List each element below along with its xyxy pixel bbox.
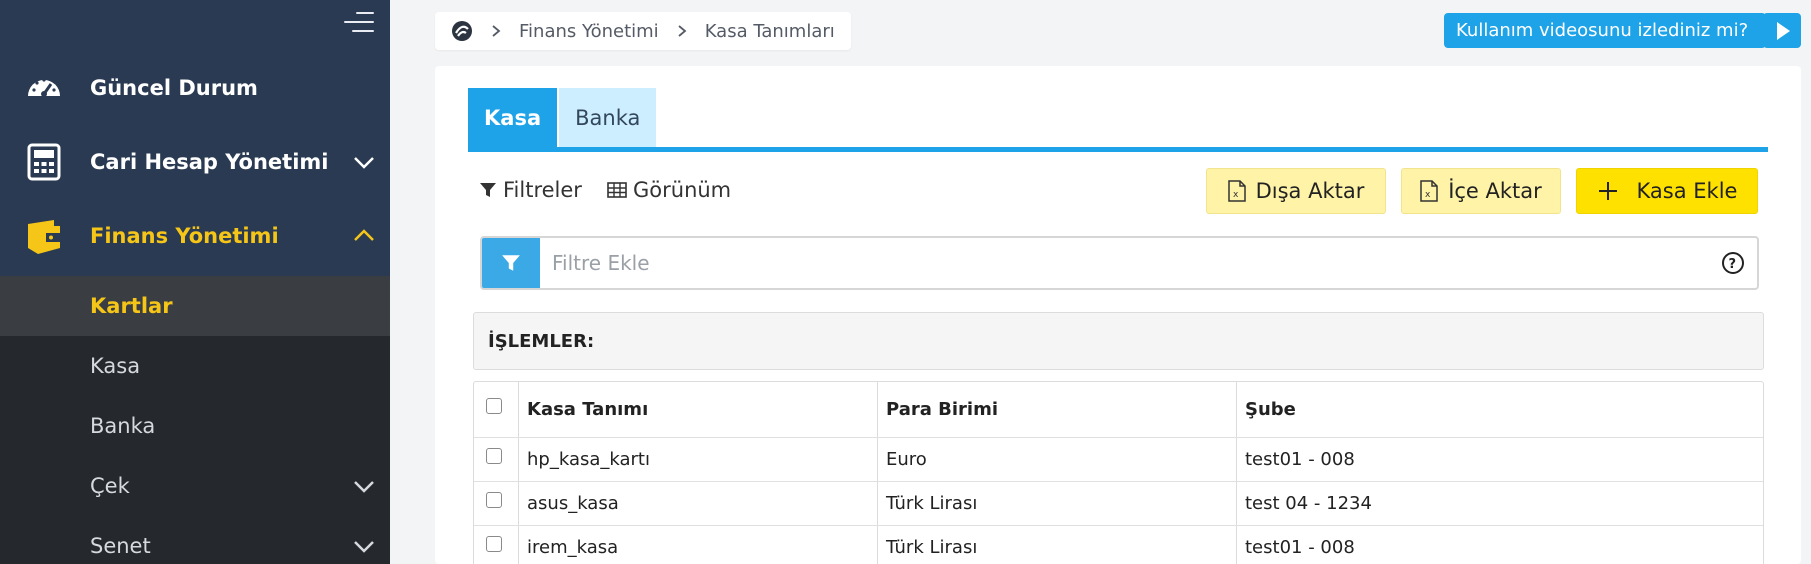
sidebar-item-cari-hesap-yonetimi[interactable]: Cari Hesap Yönetimi	[0, 126, 390, 198]
home-logo-icon[interactable]	[451, 20, 473, 42]
play-video-button[interactable]	[1763, 13, 1801, 48]
chevron-right-icon	[492, 25, 501, 37]
chevron-up-icon	[354, 229, 374, 241]
funnel-icon	[502, 255, 520, 271]
breadcrumb-item: Kasa Tanımları	[704, 20, 835, 42]
view-toggle[interactable]: Görünüm	[607, 178, 731, 202]
column-header[interactable]: Para Birimi	[877, 382, 1236, 437]
cell-sube: test01 - 008	[1236, 438, 1763, 481]
tab-underline	[468, 147, 1768, 152]
main-panel: Kasa Banka Filtreler Görünüm x Dışa Akta…	[435, 66, 1801, 564]
import-label: İçe Aktar	[1448, 179, 1542, 203]
excel-file-icon: x	[1420, 180, 1438, 202]
svg-text:x: x	[1425, 190, 1431, 200]
sidebar-subitem-label: Kasa	[90, 354, 141, 378]
column-header[interactable]: Kasa Tanımı	[518, 382, 877, 437]
chevron-down-icon	[354, 481, 374, 493]
sidebar-item-finans-yonetimi[interactable]: Finans Yönetimi	[0, 200, 390, 272]
breadcrumb: Finans Yönetimi Kasa Tanımları	[435, 12, 851, 50]
kasa-table: Kasa Tanımı Para Birimi Şube hp_kasa_kar…	[473, 381, 1764, 564]
cell-para-birimi: Türk Lirası	[877, 526, 1236, 564]
view-label: Görünüm	[633, 178, 732, 202]
table-grid-icon	[607, 182, 627, 198]
cell-sube: test 04 - 1234	[1236, 482, 1763, 525]
sidebar-item-label: Cari Hesap Yönetimi	[90, 150, 329, 174]
video-help-tooltip[interactable]: Kullanım videosunu izlediniz mi?	[1444, 13, 1775, 48]
funnel-icon	[480, 183, 496, 197]
filters-toggle[interactable]: Filtreler	[479, 178, 582, 202]
filter-bar: ?	[480, 236, 1759, 290]
sidebar-subitem-label: Banka	[90, 414, 156, 438]
cell-kasa-tanimi: asus_kasa	[518, 482, 877, 525]
plus-icon	[1598, 182, 1617, 200]
sidebar-submenu: Kartlar Kasa Banka Çek Senet	[0, 276, 390, 564]
row-checkbox[interactable]	[486, 447, 502, 464]
sidebar-item-guncel-durum[interactable]: Güncel Durum	[0, 52, 390, 124]
menu-toggle-icon[interactable]	[344, 12, 374, 38]
sidebar-subitem-label: Kartlar	[90, 294, 173, 318]
calculator-icon	[27, 143, 61, 181]
export-button[interactable]: x Dışa Aktar	[1206, 168, 1386, 214]
svg-text:?: ?	[1729, 257, 1737, 272]
help-circle-icon[interactable]: ?	[1721, 251, 1745, 275]
sidebar-subitem-label: Çek	[90, 474, 130, 498]
tab-kasa[interactable]: Kasa	[468, 88, 558, 148]
export-label: Dışa Aktar	[1255, 179, 1365, 203]
tab-bar: Kasa Banka	[468, 88, 658, 152]
column-header[interactable]: Şube	[1236, 382, 1763, 437]
breadcrumb-item[interactable]: Finans Yönetimi	[519, 21, 659, 42]
sidebar-subitem-banka[interactable]: Banka	[0, 396, 390, 456]
sidebar-subitem-label: Senet	[90, 534, 151, 558]
chevron-down-icon	[354, 157, 374, 169]
import-button[interactable]: x İçe Aktar	[1401, 168, 1561, 214]
row-checkbox[interactable]	[486, 491, 502, 508]
select-all-checkbox[interactable]	[486, 397, 502, 414]
table-row[interactable]: irem_kasa Türk Lirası test01 - 008	[474, 526, 1763, 564]
sidebar-subitem-kasa[interactable]: Kasa	[0, 336, 390, 396]
excel-file-icon: x	[1227, 180, 1246, 202]
cell-para-birimi: Türk Lirası	[877, 482, 1236, 525]
chevron-right-icon	[678, 25, 687, 37]
svg-text:x: x	[1233, 190, 1239, 200]
chevron-down-icon	[354, 541, 374, 553]
filters-label: Filtreler	[503, 178, 582, 202]
add-label: Kasa Ekle	[1636, 179, 1738, 203]
cell-para-birimi: Euro	[877, 438, 1236, 481]
table-row[interactable]: asus_kasa Türk Lirası test 04 - 1234	[474, 482, 1763, 526]
cell-kasa-tanimi: irem_kasa	[518, 526, 877, 564]
filter-input[interactable]	[540, 239, 1721, 287]
cell-kasa-tanimi: hp_kasa_kartı	[518, 438, 877, 481]
sidebar-subitem-cek[interactable]: Çek	[0, 456, 390, 516]
sidebar-subitem-kartlar[interactable]: Kartlar	[0, 276, 390, 336]
operations-bar: İŞLEMLER:	[473, 312, 1764, 370]
sidebar: Güncel Durum Cari Hesap Yönetimi Finans …	[0, 0, 390, 564]
wallet-icon	[28, 220, 60, 254]
table-header-row: Kasa Tanımı Para Birimi Şube	[474, 382, 1763, 438]
add-kasa-button[interactable]: Kasa Ekle	[1576, 168, 1758, 214]
sidebar-subitem-senet[interactable]: Senet	[0, 516, 390, 564]
sidebar-item-label: Finans Yönetimi	[90, 224, 279, 248]
speedometer-icon	[28, 78, 60, 97]
filter-button[interactable]	[482, 238, 540, 288]
cell-sube: test01 - 008	[1236, 526, 1763, 564]
row-checkbox[interactable]	[486, 535, 502, 552]
sidebar-item-label: Güncel Durum	[90, 76, 258, 100]
table-row[interactable]: hp_kasa_kartı Euro test01 - 008	[474, 438, 1763, 482]
tab-banka[interactable]: Banka	[559, 88, 657, 148]
